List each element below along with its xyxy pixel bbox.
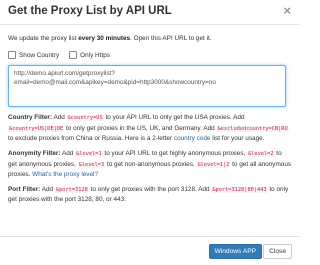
text: Add: [40, 185, 55, 193]
anonymity-filter-section: Anonymity Filter: Add &level=1 to your A…: [8, 149, 292, 180]
anonymity-filter-label: Anonymity Filter:: [8, 149, 61, 157]
intro-part1: We update the proxy list: [8, 35, 79, 42]
text: to only get proxies with the port 3128. …: [88, 185, 212, 193]
options-row: Show Country Only Https: [8, 51, 292, 61]
code-snippet: &level=2: [247, 150, 275, 157]
text: to only get proxies in the US, UK, and G…: [64, 124, 217, 132]
intro-text: We update the proxy list every 30 minute…: [8, 34, 292, 44]
close-icon[interactable]: ×: [283, 4, 291, 17]
close-button[interactable]: Close: [263, 244, 292, 259]
api-url-line1: http://demo.apiurl.com/getproxylist?: [14, 70, 115, 78]
code-snippet: &country=US: [66, 115, 104, 122]
country-code-link[interactable]: country code: [174, 135, 211, 142]
checkbox-box[interactable]: [69, 51, 78, 60]
show-country-checkbox[interactable]: Show Country: [8, 51, 59, 61]
checkbox-box[interactable]: [8, 51, 16, 60]
dialog-footer: Windows APP Close: [0, 236, 300, 265]
code-snippet: &level=3: [77, 161, 106, 168]
country-filter-label: Country Filter:: [8, 114, 53, 122]
country-filter-section: Country Filter: Add &country=US to your …: [8, 113, 292, 144]
code-snippet: &port=3128|80|443: [211, 186, 268, 193]
text: list for your usage.: [210, 135, 265, 143]
show-country-label: Show Country: [19, 51, 60, 59]
only-https-checkbox[interactable]: Only Https: [69, 51, 110, 61]
text: Add: [60, 149, 76, 157]
code-snippet: &excludedcountry=CN|RU: [216, 125, 289, 132]
only-https-label: Only Https: [80, 51, 110, 59]
proxy-api-dialog: Get the Proxy List by API URL × We updat…: [0, 0, 300, 265]
text: to your API URL to only get the USA prox…: [103, 114, 245, 122]
text: Add: [52, 114, 67, 122]
text: to exclude proxies from China or Russia.…: [8, 135, 174, 143]
dialog-body: We update the proxy list every 30 minute…: [0, 25, 300, 205]
text: to get non-anonymous proxies,: [105, 160, 197, 168]
code-snippet: &level=1: [75, 150, 103, 157]
dialog-header: Get the Proxy List by API URL ×: [0, 0, 300, 25]
code-snippet: &level=1|2: [196, 161, 231, 168]
api-url-textarea[interactable]: http://demo.apiurl.com/getproxylist? ema…: [8, 65, 286, 108]
api-url-line2: email=demo@mail.com&apikey=demo&pid=http…: [14, 79, 216, 87]
intro-part2: . Open this API URL to get it.: [130, 35, 212, 42]
port-filter-label: Port Filter:: [8, 185, 41, 193]
text: to your API URL to get highly anonymous …: [102, 149, 247, 157]
dialog-title: Get the Proxy List by API URL: [8, 5, 172, 17]
proxy-level-link[interactable]: What's the proxy level?: [32, 171, 98, 178]
windows-app-button[interactable]: Windows APP: [208, 244, 262, 259]
intro-bold: every 30 minutes: [78, 35, 131, 42]
port-filter-section: Port Filter: Add &port=3128 to only get …: [8, 185, 292, 205]
code-snippet: &country=US|DE|DE: [8, 125, 65, 132]
code-snippet: &port=3128: [54, 186, 89, 193]
